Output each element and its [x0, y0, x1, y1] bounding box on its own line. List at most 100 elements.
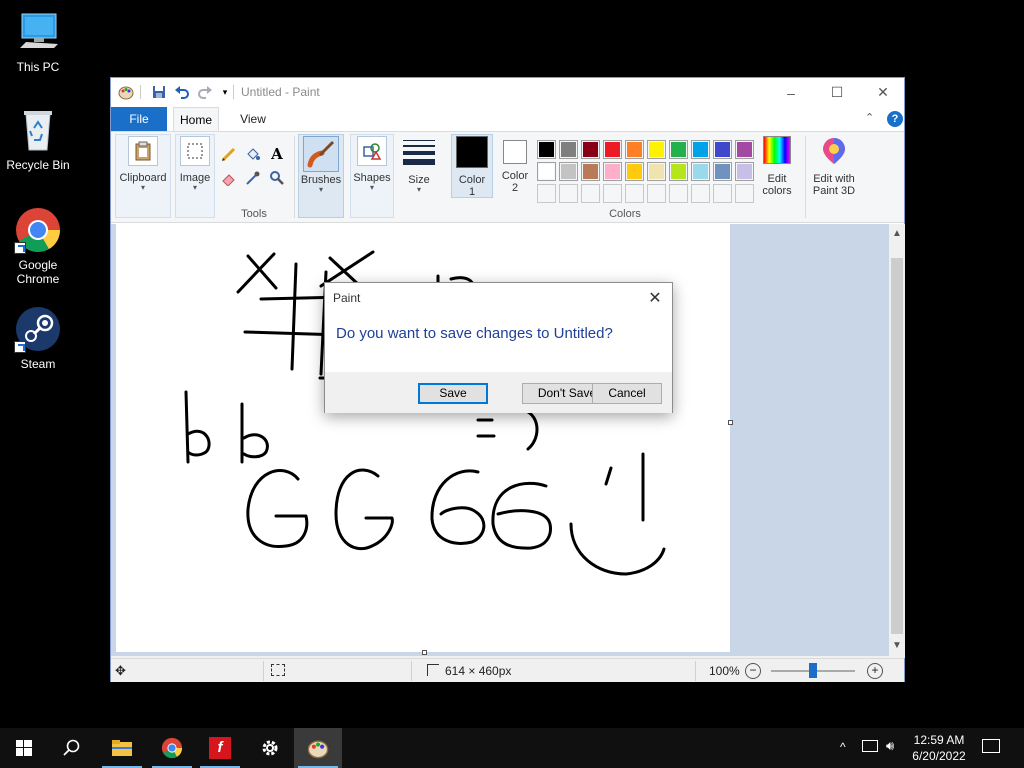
scroll-down-icon[interactable]: ▼	[892, 640, 902, 651]
palette-swatch[interactable]	[713, 162, 732, 181]
palette-swatch[interactable]	[537, 140, 556, 159]
swatch-color	[737, 164, 752, 179]
palette-swatch[interactable]	[647, 140, 666, 159]
fill-bucket-icon[interactable]	[243, 144, 263, 164]
eraser-icon[interactable]	[219, 168, 239, 188]
palette-swatch-empty[interactable]	[691, 184, 710, 203]
tab-view[interactable]: View	[233, 107, 273, 131]
clock[interactable]: 12:59 AM 6/20/2022	[908, 732, 970, 764]
desktop-icon-recycle-bin[interactable]: Recycle Bin	[0, 106, 76, 172]
collapse-ribbon-icon[interactable]: ⌃	[865, 111, 874, 124]
desktop-icon-this-pc[interactable]: This PC	[0, 8, 76, 74]
palette-swatch[interactable]	[581, 162, 600, 181]
clock-time: 12:59 AM	[913, 733, 965, 747]
edit-colors-button[interactable]: Edit colors	[755, 136, 799, 197]
brushes-button[interactable]: Brushes ▾	[298, 136, 344, 194]
save-icon[interactable]	[151, 84, 167, 100]
taskbar-chrome[interactable]	[148, 728, 196, 768]
start-button[interactable]	[0, 728, 48, 768]
volume-icon[interactable]: 🔊︎	[886, 738, 894, 754]
palette-swatch-empty[interactable]	[581, 184, 600, 203]
swatch-color	[715, 164, 730, 179]
palette-swatch[interactable]	[735, 140, 754, 159]
resize-handle[interactable]	[728, 420, 733, 425]
maximize-button[interactable]: ☐	[814, 78, 860, 107]
palette-swatch[interactable]	[647, 162, 666, 181]
paint-app-icon[interactable]	[118, 84, 134, 100]
palette-swatch[interactable]	[713, 140, 732, 159]
palette-swatch[interactable]	[735, 162, 754, 181]
customize-quick-access-icon[interactable]: ▾	[217, 84, 233, 100]
palette-swatch-empty[interactable]	[647, 184, 666, 203]
palette-swatch[interactable]	[625, 140, 644, 159]
palette-swatch[interactable]	[559, 162, 578, 181]
palette-swatch-empty[interactable]	[669, 184, 688, 203]
color2-swatch	[503, 140, 527, 164]
edit-colors-label-1: Edit	[767, 173, 787, 185]
scrollbar-thumb[interactable]	[891, 258, 903, 634]
palette-swatch[interactable]	[691, 162, 710, 181]
action-center-icon[interactable]	[982, 739, 1000, 753]
pencil-icon[interactable]	[219, 144, 239, 164]
palette-swatch[interactable]	[559, 140, 578, 159]
color1-button[interactable]: Color 1	[451, 136, 493, 198]
search-button[interactable]	[48, 728, 96, 768]
image-button[interactable]: Image ▾	[175, 136, 215, 192]
palette-swatch[interactable]	[625, 162, 644, 181]
text-tool-icon[interactable]: A	[267, 144, 287, 164]
edit-colors-label-2: colors	[762, 185, 792, 197]
color-picker-icon[interactable]	[243, 168, 263, 188]
palette-swatch-empty[interactable]	[537, 184, 556, 203]
magnifier-icon[interactable]	[267, 168, 287, 188]
desktop-icon-steam[interactable]: Steam	[0, 305, 76, 371]
zoom-in-button[interactable]: +	[867, 663, 883, 679]
dialog-message: Do you want to save changes to Untitled?	[336, 325, 613, 342]
edit-with-paint3d-button[interactable]: Edit with Paint 3D	[807, 136, 861, 197]
palette-swatch-empty[interactable]	[713, 184, 732, 203]
palette-swatch[interactable]	[537, 162, 556, 181]
tab-file[interactable]: File	[111, 107, 167, 131]
windows-icon	[16, 740, 32, 756]
zoom-out-button[interactable]: −	[745, 663, 761, 679]
folder-icon	[112, 740, 132, 756]
resize-handle[interactable]	[422, 650, 427, 655]
taskbar-settings[interactable]	[246, 728, 294, 768]
palette-swatch[interactable]	[581, 140, 600, 159]
palette-swatch-empty[interactable]	[559, 184, 578, 203]
clipboard-button[interactable]: Clipboard ▾	[117, 136, 169, 192]
network-icon[interactable]	[862, 740, 878, 752]
palette-swatch[interactable]	[603, 140, 622, 159]
help-icon[interactable]: ?	[887, 111, 903, 127]
palette-swatch[interactable]	[669, 140, 688, 159]
color2-button[interactable]: Color 2	[495, 136, 535, 194]
size-button[interactable]: Size ▾	[399, 136, 439, 194]
scroll-up-icon[interactable]: ▲	[892, 228, 902, 239]
redo-icon[interactable]	[197, 84, 213, 100]
color2-label: Color	[501, 170, 529, 182]
vertical-scrollbar[interactable]: ▲ ▼	[889, 224, 905, 656]
cursor-position-icon: ✥	[115, 663, 126, 678]
palette-swatch[interactable]	[669, 162, 688, 181]
cancel-button[interactable]: Cancel	[592, 383, 662, 404]
swatch-color	[671, 142, 686, 157]
shapes-button[interactable]: Shapes ▾	[350, 136, 394, 192]
palette-swatch[interactable]	[691, 140, 710, 159]
zoom-slider-thumb[interactable]	[809, 663, 817, 678]
close-button[interactable]: ✕	[860, 78, 906, 107]
desktop-icon-google-chrome[interactable]: Google Chrome	[0, 206, 76, 286]
desktop-icon-label: Google Chrome	[16, 258, 60, 286]
swatch-color	[627, 164, 642, 179]
tab-home[interactable]: Home	[173, 107, 219, 131]
minimize-button[interactable]: –	[768, 78, 814, 107]
palette-swatch-empty[interactable]	[603, 184, 622, 203]
taskbar-flash[interactable]: f	[196, 728, 244, 768]
palette-swatch[interactable]	[603, 162, 622, 181]
save-button[interactable]: Save	[418, 383, 488, 404]
taskbar-paint[interactable]	[294, 728, 342, 768]
dialog-close-button[interactable]: ✕	[640, 285, 670, 311]
taskbar-file-explorer[interactable]	[98, 728, 146, 768]
palette-swatch-empty[interactable]	[735, 184, 754, 203]
show-hidden-icons-icon[interactable]: ^	[840, 740, 846, 754]
palette-swatch-empty[interactable]	[625, 184, 644, 203]
undo-icon[interactable]	[174, 84, 190, 100]
